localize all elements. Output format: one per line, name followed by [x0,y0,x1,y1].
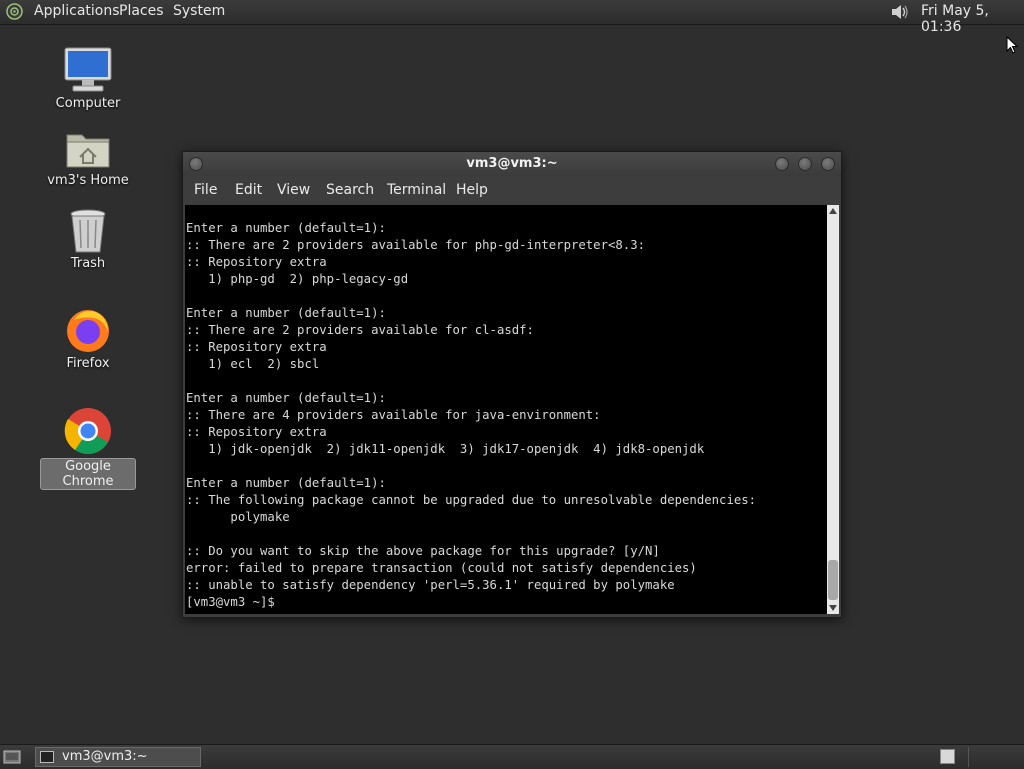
terminal-line: Enter a number (default=1): [186,221,386,235]
computer-icon [64,47,112,92]
show-desktop-icon[interactable] [2,748,22,766]
mouse-pointer-icon [1006,36,1018,54]
bottom-panel: vm3@vm3:~ [0,744,1024,769]
desktop-icon-trash[interactable]: Trash [40,208,136,271]
desktop-icon-label: vm3's Home [47,173,129,188]
scroll-up-icon[interactable] [829,208,837,214]
menu-edit[interactable]: Edit [235,182,262,198]
terminal-line: 1) php-gd 2) php-legacy-gd [186,272,409,286]
speaker-icon[interactable] [890,3,910,21]
menu-view[interactable]: View [277,182,310,198]
terminal-menubar: File Edit View Search Terminal Help [183,176,841,205]
menu-terminal[interactable]: Terminal [387,182,446,198]
places-menu[interactable]: Places [119,3,164,19]
terminal-line: Enter a number (default=1): [186,391,386,405]
terminal-line: :: There are 2 providers available for p… [186,238,646,252]
terminal-line: Enter a number (default=1): [186,306,386,320]
scroll-down-icon[interactable] [829,605,837,611]
window-title: vm3@vm3:~ [466,156,558,171]
close-icon[interactable] [821,157,835,171]
menu-help[interactable]: Help [456,182,488,198]
menu-search[interactable]: Search [326,182,374,198]
taskbar-item-label: vm3@vm3:~ [62,749,148,764]
terminal-line: :: Repository extra [186,255,327,269]
terminal-line: error: failed to prepare transaction (co… [186,561,697,575]
terminal-output[interactable]: Enter a number (default=1): :: There are… [185,205,827,614]
panel-separator [968,747,969,767]
terminal-line: 1) ecl 2) sbcl [186,357,320,371]
terminal-text: Enter a number (default=1): :: There are… [186,220,756,611]
chrome-icon [64,408,111,454]
desktop-icon-label: Firefox [66,356,110,371]
window-titlebar[interactable]: vm3@vm3:~ [183,152,841,176]
menu-file[interactable]: File [194,182,217,198]
terminal-scrollbar[interactable] [827,205,839,614]
taskbar-item-terminal[interactable]: vm3@vm3:~ [35,747,201,767]
terminal-line: 1) jdk-openjdk 2) jdk11-openjdk 3) jdk17… [186,442,705,456]
desktop-icon-firefox[interactable]: Firefox [40,306,136,371]
terminal-line: Enter a number (default=1): [186,476,386,490]
terminal-line: :: Do you want to skip the above package… [186,544,660,558]
desktop-icon-computer[interactable]: Computer [40,46,136,111]
desktop-icon-label: Google Chrome [40,458,136,490]
terminal-line: :: There are 4 providers available for j… [186,408,601,422]
trash-icon [70,209,106,253]
maximize-icon[interactable] [798,157,812,171]
terminal-line: polymake [186,510,290,524]
applications-menu[interactable]: Applications [34,3,120,19]
workspace-switcher-1[interactable] [940,749,955,764]
desktop-icon-label: Trash [70,256,106,271]
terminal-line: :: The following package cannot be upgra… [186,493,757,507]
desktop-icon-chrome[interactable]: Google Chrome [40,406,136,490]
scroll-thumb[interactable] [828,560,838,600]
terminal-line: :: Repository extra [186,340,327,354]
terminal-prompt: [vm3@vm3 ~]$ [186,595,275,609]
terminal-line: :: There are 2 providers available for c… [186,323,534,337]
clock[interactable]: Fri May 5, 01:36 [921,3,1024,35]
terminal-line: :: unable to satisfy dependency 'perl=5.… [186,578,675,592]
terminal-line: :: Repository extra [186,425,327,439]
top-panel: Applications Places System Fri May 5, 01… [0,0,1024,35]
terminal-window[interactable]: vm3@vm3:~ File Edit View Search Terminal… [182,151,842,618]
home-folder-icon [66,134,110,168]
terminal-icon [40,751,54,763]
firefox-icon [67,310,109,352]
system-menu[interactable]: System [173,3,225,19]
desktop-icon-home[interactable]: vm3's Home [40,127,136,188]
minimize-icon[interactable] [775,157,789,171]
distro-logo-icon[interactable] [6,3,23,20]
desktop-icon-label: Computer [55,96,121,111]
